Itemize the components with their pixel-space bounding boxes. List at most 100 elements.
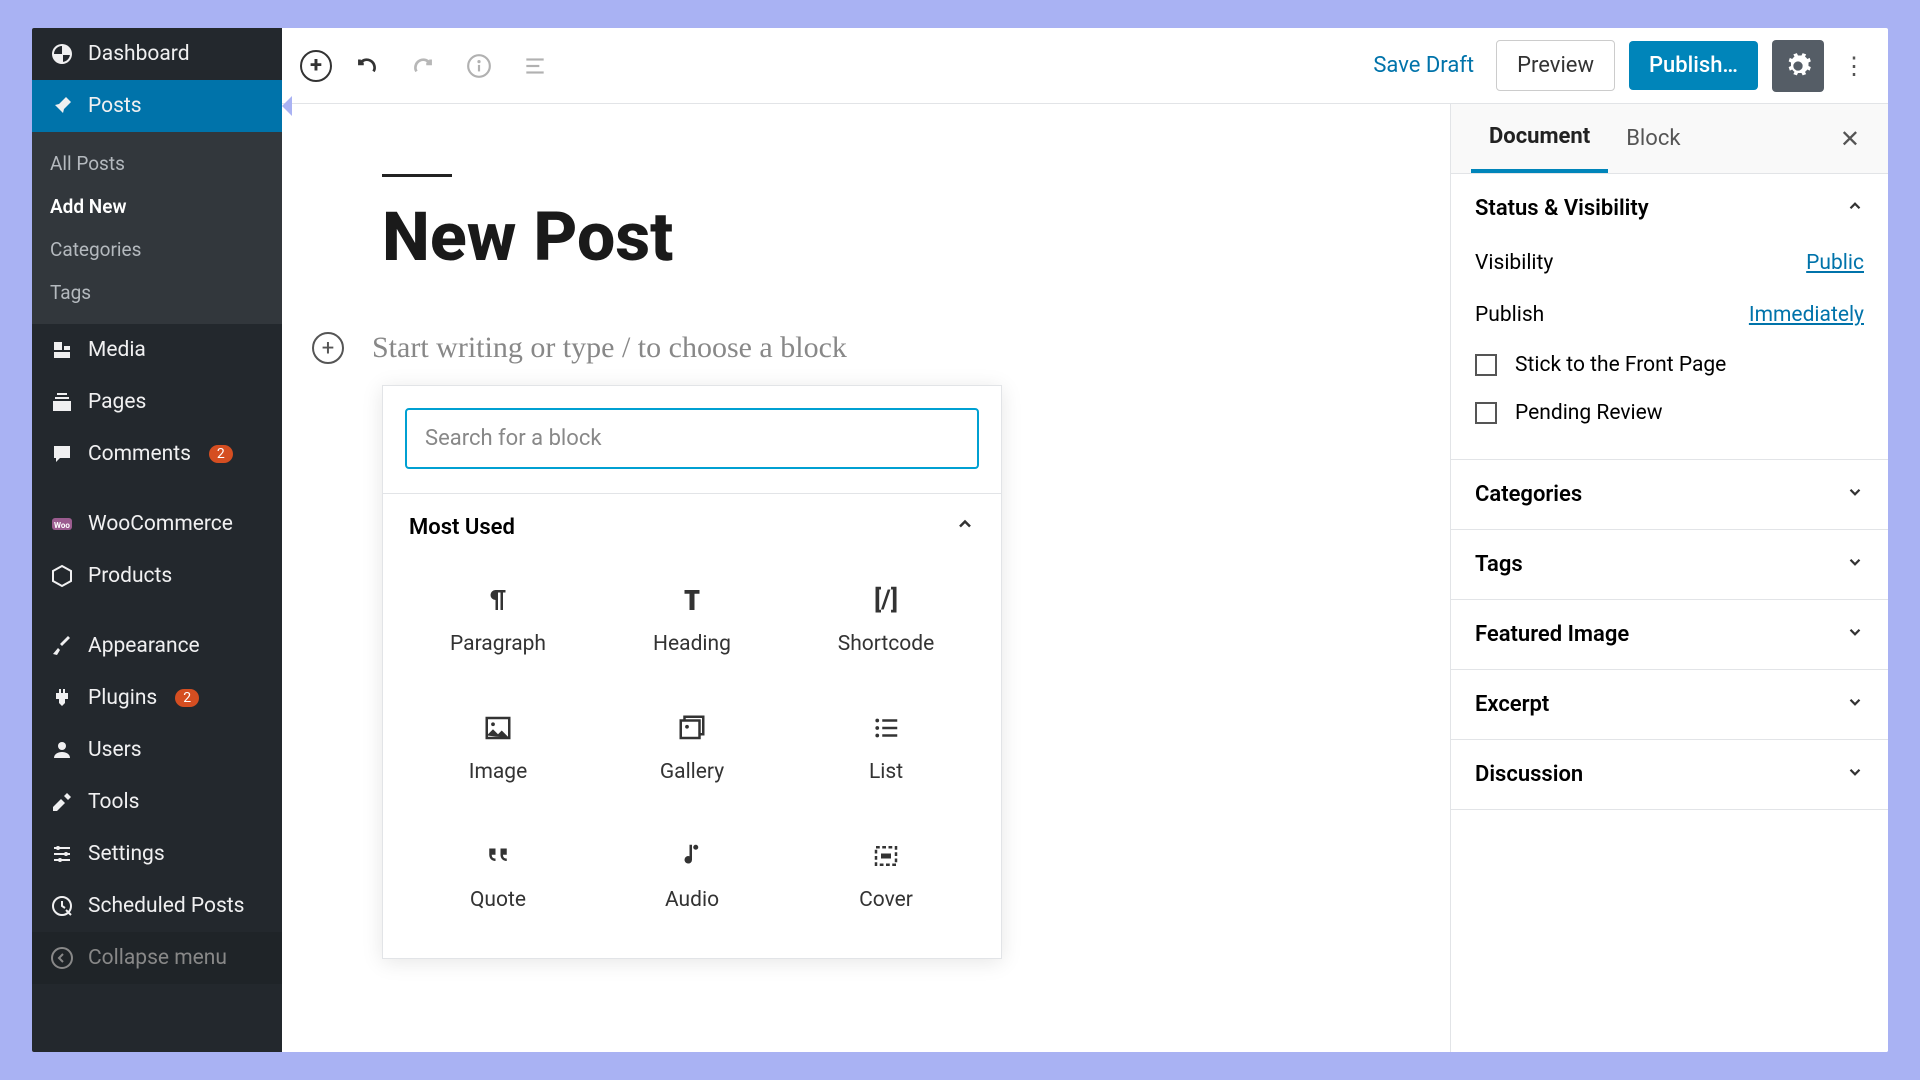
sidebar-submenu-posts: All Posts Add New Categories Tags [32,132,282,324]
sidebar-label: Appearance [88,634,200,658]
list-icon [870,712,902,744]
panel-categories[interactable]: Categories [1451,460,1888,530]
sidebar-label: Products [88,564,172,588]
publish-button[interactable]: Publish… [1629,41,1758,90]
sidebar-item-posts[interactable]: Posts [32,80,282,132]
block-gallery[interactable]: Gallery [599,688,785,808]
panel-status-header[interactable]: Status & Visibility [1475,196,1864,221]
sidebar-label: WooCommerce [88,512,233,536]
block-heading[interactable]: Heading [599,560,785,680]
block-image[interactable]: Image [405,688,591,808]
chevron-down-icon [1846,482,1864,507]
chevron-up-icon [955,514,975,540]
quote-icon [482,840,514,872]
sidebar-item-media[interactable]: Media [32,324,282,376]
image-icon [482,712,514,744]
stick-checkbox[interactable] [1475,354,1497,376]
pending-review-row[interactable]: Pending Review [1475,389,1864,437]
tools-icon [50,790,74,814]
chevron-down-icon [1846,552,1864,577]
inline-add-block-button[interactable]: + [312,332,344,364]
tab-document[interactable]: Document [1471,104,1608,173]
block-audio[interactable]: Audio [599,816,785,936]
block-quote[interactable]: Quote [405,816,591,936]
panel-discussion[interactable]: Discussion [1451,740,1888,810]
inspector-sidebar: Document Block ✕ Status & Visibility Vis… [1450,104,1888,1052]
submenu-add-new[interactable]: Add New [32,185,282,228]
submenu-categories[interactable]: Categories [32,228,282,271]
undo-button[interactable] [346,45,388,87]
user-icon [50,738,74,762]
title-rule [382,174,452,177]
sidebar-collapse[interactable]: Collapse menu [32,932,282,984]
panel-featured-image[interactable]: Featured Image [1451,600,1888,670]
chevron-down-icon [1846,692,1864,717]
gallery-icon [676,712,708,744]
panel-excerpt[interactable]: Excerpt [1451,670,1888,740]
woocommerce-icon: Woo [50,512,74,536]
editor-canvas: New Post + Start writing or type / to ch… [282,104,1450,1052]
submenu-tags[interactable]: Tags [32,271,282,314]
chevron-down-icon [1846,622,1864,647]
sidebar-label: Media [88,338,146,362]
block-paragraph[interactable]: Paragraph [405,560,591,680]
preview-button[interactable]: Preview [1496,40,1615,91]
more-options-button[interactable]: ⋮ [1838,40,1870,92]
settings-button[interactable] [1772,40,1824,92]
clock-icon [50,894,74,918]
dashboard-icon [50,42,74,66]
chevron-up-icon [1846,196,1864,221]
heading-icon [676,584,708,616]
comment-icon [50,442,74,466]
sidebar-label: Users [88,738,142,762]
collapse-icon [50,946,74,970]
sidebar-label: Dashboard [88,42,190,66]
main-area: + Save Draft Preview Publish… ⋮ New Post… [282,28,1888,1052]
most-used-header[interactable]: Most Used [405,494,979,552]
panel-tags[interactable]: Tags [1451,530,1888,600]
sidebar-label: Plugins [88,686,157,710]
info-button[interactable] [458,45,500,87]
pending-checkbox[interactable] [1475,402,1497,424]
sidebar-item-tools[interactable]: Tools [32,776,282,828]
sidebar-label: Comments [88,442,191,466]
brush-icon [50,634,74,658]
sidebar-item-appearance[interactable]: Appearance [32,620,282,672]
sidebar-item-settings[interactable]: Settings [32,828,282,880]
publish-value[interactable]: Immediately [1749,303,1864,327]
svg-text:Woo: Woo [54,521,70,530]
products-icon [50,564,74,588]
visibility-value[interactable]: Public [1806,251,1864,275]
sidebar-item-woocommerce[interactable]: Woo WooCommerce [32,498,282,550]
block-search-input[interactable] [405,408,979,469]
sidebar-item-comments[interactable]: Comments 2 [32,428,282,480]
submenu-all-posts[interactable]: All Posts [32,142,282,185]
tab-block[interactable]: Block [1608,104,1698,173]
app-window: Dashboard Posts All Posts Add New Catego… [32,28,1888,1052]
block-placeholder[interactable]: Start writing or type / to choose a bloc… [372,331,847,365]
add-block-button[interactable]: + [300,50,332,82]
sidebar-label: Posts [88,94,142,118]
block-list[interactable]: List [793,688,979,808]
outline-button[interactable] [514,45,556,87]
redo-button[interactable] [402,45,444,87]
stick-front-page-row[interactable]: Stick to the Front Page [1475,341,1864,389]
sidebar-item-users[interactable]: Users [32,724,282,776]
publish-label: Publish [1475,303,1544,327]
sidebar-item-products[interactable]: Products [32,550,282,602]
block-cover[interactable]: Cover [793,816,979,936]
block-shortcode[interactable]: [/]Shortcode [793,560,979,680]
sidebar-item-pages[interactable]: Pages [32,376,282,428]
sidebar-item-dashboard[interactable]: Dashboard [32,28,282,80]
close-inspector-button[interactable]: ✕ [1832,117,1868,161]
paragraph-icon [482,584,514,616]
save-draft-button[interactable]: Save Draft [1365,45,1482,86]
sidebar-label: Scheduled Posts [88,894,245,918]
content-row: New Post + Start writing or type / to ch… [282,104,1888,1052]
sidebar-item-plugins[interactable]: Plugins 2 [32,672,282,724]
post-title[interactable]: New Post [382,197,1350,277]
visibility-label: Visibility [1475,251,1553,275]
sidebar-item-scheduled-posts[interactable]: Scheduled Posts [32,880,282,932]
sidebar-label: Pages [88,390,146,414]
chevron-down-icon [1846,762,1864,787]
